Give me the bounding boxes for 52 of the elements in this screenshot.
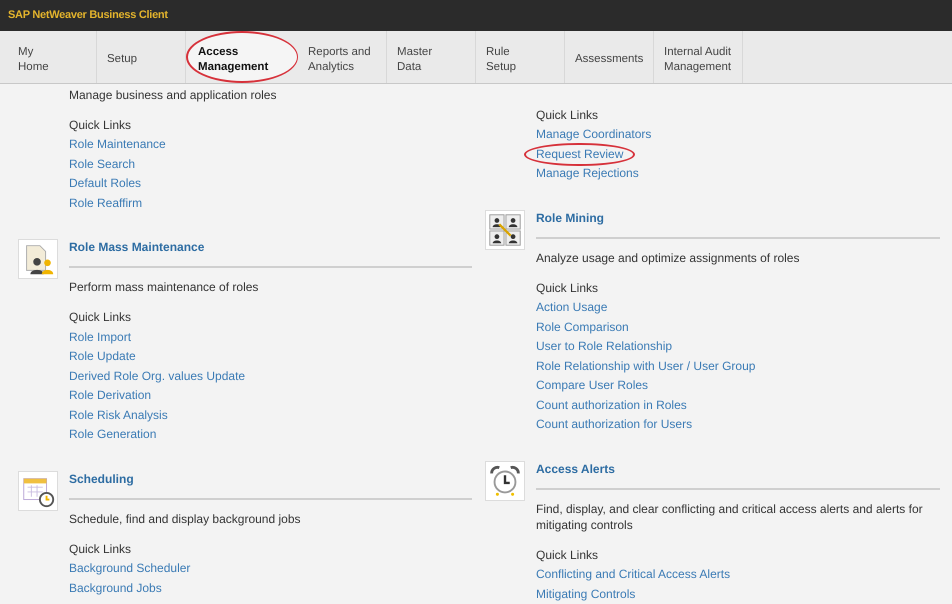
nav-tab[interactable]: Internal Audit Management	[654, 30, 743, 82]
section-description: Manage business and application roles	[69, 86, 278, 104]
nav-tab[interactable]: Setup	[97, 30, 186, 82]
nav-tab[interactable]: My Home	[8, 30, 97, 82]
quick-link[interactable]: Action Usage	[536, 298, 608, 318]
section-title-link[interactable]: Role Mining	[536, 208, 604, 228]
role-document-icon	[18, 239, 58, 279]
section-description: Perform mass maintenance of roles	[69, 279, 260, 296]
calendar-clock-icon	[18, 470, 58, 510]
nav-tab[interactable]: Assessments	[565, 30, 654, 82]
quick-link[interactable]: Role Search	[69, 154, 136, 174]
quick-links-label: Quick Links	[536, 106, 598, 124]
window-title: SAP NetWeaver Business Client	[8, 8, 168, 23]
quick-link[interactable]: User to Role Relationship	[536, 337, 672, 356]
quick-link[interactable]: Role Reaffirm	[69, 194, 142, 213]
quick-link[interactable]: Role Comparison	[536, 318, 629, 337]
alarm-clock-icon	[485, 460, 525, 500]
quick-link[interactable]: Manage Coordinators	[536, 125, 652, 144]
nav-tab[interactable]: Rule Setup	[476, 30, 565, 82]
section-title-link[interactable]: Access Alerts	[536, 458, 615, 478]
section-description: Analyze usage and optimize assignments of roles	[536, 250, 800, 266]
quick-link[interactable]: Compare User Roles	[536, 376, 648, 396]
quick-link[interactable]: Request Review	[526, 144, 634, 164]
nav-tab[interactable]: Master Data	[387, 30, 476, 82]
quick-link[interactable]: Derived Role Org. values Update	[69, 366, 246, 386]
quick-link[interactable]: Role Import	[69, 328, 132, 347]
section-description: Find, display, and clear conflicting and critical access alerts and alerts for mitigating controls	[536, 500, 924, 534]
quick-link[interactable]: Count authorization in Roles	[536, 396, 687, 415]
quick-links-label: Quick Links	[536, 280, 598, 296]
quick-links-label: Quick Links	[69, 309, 132, 326]
quick-link[interactable]: Role Maintenance	[69, 135, 166, 154]
quick-link[interactable]: Role Update	[69, 347, 136, 366]
user-grid-icon	[485, 210, 525, 250]
quick-links-label: Quick Links	[536, 546, 598, 564]
section-title-link[interactable]: Scheduling	[69, 468, 134, 488]
nav-tab[interactable]: Reports and Analytics	[298, 30, 387, 82]
quick-link[interactable]: Conflicting and Critical Access Alerts	[536, 565, 730, 584]
quick-links-label: Quick Links	[69, 540, 132, 558]
nav-tab[interactable]: Access Management	[186, 30, 298, 82]
quick-link[interactable]: Count authorization for Users	[536, 415, 692, 434]
section-description: Schedule, find and display background jobs	[69, 510, 302, 528]
section-title-link[interactable]: Role Mass Maintenance	[69, 237, 204, 257]
quick-links-label: Quick Links	[69, 116, 132, 134]
quick-link[interactable]: Mitigating Controls	[536, 584, 636, 604]
quick-link[interactable]: Role Derivation	[69, 386, 152, 406]
quick-link[interactable]: Background Scheduler	[69, 559, 190, 578]
quick-link[interactable]: Manage Rejections	[536, 164, 639, 184]
quick-link[interactable]: Role Relationship with User / User Group	[536, 356, 756, 376]
quick-link[interactable]: Background Jobs	[69, 578, 162, 598]
quick-link[interactable]: Role Generation	[69, 425, 156, 444]
quick-link[interactable]: Role Risk Analysis	[69, 406, 168, 425]
quick-link[interactable]: Default Roles	[69, 174, 142, 194]
